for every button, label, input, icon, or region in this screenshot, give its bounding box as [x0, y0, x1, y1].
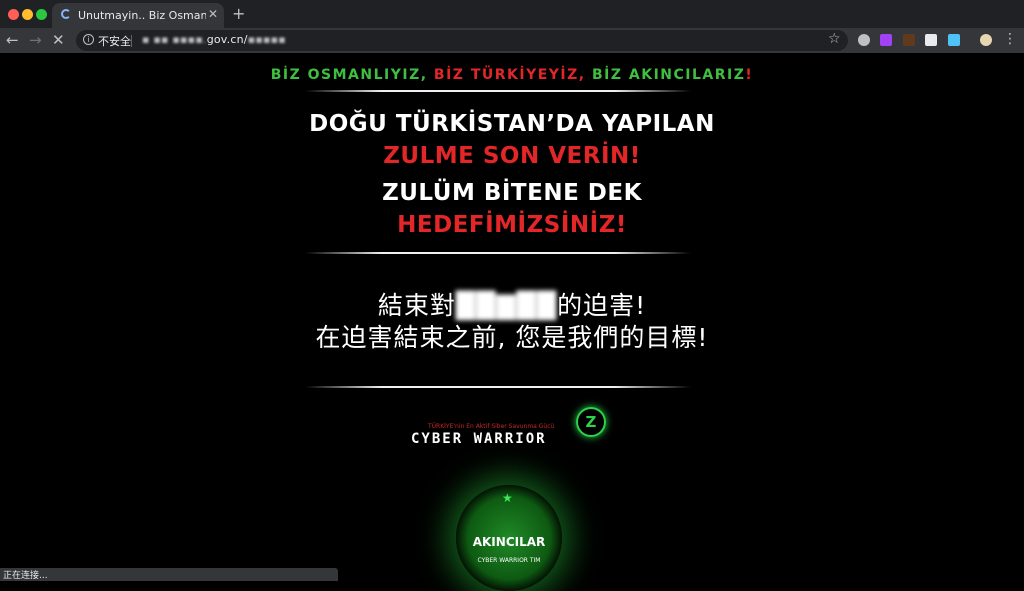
emblem-subtitle: CYBER WARRIOR TIM: [477, 557, 541, 564]
extension-icon[interactable]: [880, 34, 892, 46]
loading-spinner-icon: [61, 9, 71, 19]
star-icon: ★: [502, 491, 513, 505]
extension-icon[interactable]: [925, 34, 937, 46]
url-redacted-host: ▪ ▪▪ ▪▪▪▪.: [142, 33, 207, 46]
new-tab-button[interactable]: +: [232, 4, 245, 23]
chinese-message-line-2: 在迫害結束之前, 您是我們的目標!: [315, 323, 709, 352]
defaced-page: BİZ OSMANLIYIZ, BİZ TÜRKİYEYİZ, BİZ AKIN…: [0, 53, 1024, 591]
chinese-text: 的迫害!: [557, 291, 647, 320]
tab-bar: Unutmayin.. Biz Osmanli'yiz, B ✕ +: [0, 0, 1024, 28]
headline-line-3: ZULÜM BİTENE DEK: [382, 180, 642, 206]
minimize-window-button[interactable]: [22, 9, 33, 20]
slogan-part: !: [745, 67, 754, 83]
close-window-button[interactable]: [8, 9, 19, 20]
emblem-name: AKINCILAR: [472, 535, 546, 549]
browser-menu-icon[interactable]: ⋮: [1003, 31, 1017, 47]
slogan-part: BİZ TÜRKİYEYİZ,: [433, 67, 592, 83]
status-bar: 正在连接...: [0, 568, 338, 581]
slogan-part: BİZ OSMANLIYIZ,: [270, 67, 434, 83]
akincilar-emblem: ★ AKINCILAR CYBER WARRIOR TIM: [456, 485, 562, 591]
url-redacted-path: ▪▪▪▪▪: [247, 33, 286, 46]
browser-toolbar: ← → ✕ i 不安全 ▪ ▪▪ ▪▪▪▪.gov.cn/▪▪▪▪▪ ☆ ⋮: [0, 28, 1024, 53]
bookmark-star-icon[interactable]: ☆: [828, 31, 841, 47]
headline-line-4: HEDEFİMİZSİNİZ!: [397, 212, 627, 238]
extension-icon[interactable]: [903, 34, 915, 46]
status-text: 正在连接...: [3, 571, 48, 581]
cyber-warrior-title: CYBER WARRIOR: [411, 431, 547, 447]
divider: [305, 386, 691, 388]
address-bar[interactable]: i 不安全 ▪ ▪▪ ▪▪▪▪.gov.cn/▪▪▪▪▪ ☆: [76, 30, 848, 51]
url-visible-part: gov.cn/: [206, 33, 248, 46]
tab-title: Unutmayin.. Biz Osmanli'yiz, B: [78, 9, 206, 22]
slogan-banner: BİZ OSMANLIYIZ, BİZ TÜRKİYEYİZ, BİZ AKIN…: [0, 67, 1024, 83]
cyber-warrior-tagline: TÜRKİYE'nin En Aktif Siber Savunma Gücü: [428, 423, 555, 430]
active-tab[interactable]: Unutmayin.. Biz Osmanli'yiz, B ✕: [52, 3, 224, 28]
stop-loading-icon[interactable]: ✕: [52, 31, 65, 49]
slogan-part: BİZ AKINCILARIZ: [591, 67, 746, 83]
back-arrow-icon[interactable]: ←: [6, 31, 19, 49]
cyber-warrior-logo-icon: Z: [576, 407, 606, 437]
security-label: 不安全: [98, 35, 131, 48]
profile-avatar[interactable]: [980, 34, 992, 46]
chinese-message-line-1: 結束對██▇██的迫害!: [0, 286, 1024, 322]
chinese-text: 結束對: [377, 291, 456, 320]
info-icon[interactable]: i: [83, 34, 94, 45]
forward-arrow-icon[interactable]: →: [29, 31, 42, 49]
extension-icon[interactable]: [948, 34, 960, 46]
zoom-window-button[interactable]: [36, 9, 47, 20]
omnibox-separator: [131, 35, 132, 47]
headline-line-1: DOĞU TÜRKİSTAN’DA YAPILAN: [309, 111, 715, 137]
url-text[interactable]: ▪ ▪▪ ▪▪▪▪.gov.cn/▪▪▪▪▪: [142, 33, 286, 46]
redacted-text: ██▇██: [455, 291, 558, 320]
divider: [305, 90, 691, 92]
tab-close-icon[interactable]: ✕: [208, 7, 218, 21]
divider: [305, 252, 691, 254]
extension-icon[interactable]: [858, 34, 870, 46]
headline-line-2: ZULME SON VERİN!: [383, 143, 641, 169]
